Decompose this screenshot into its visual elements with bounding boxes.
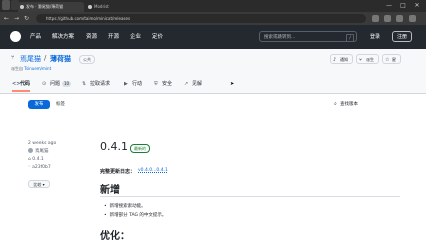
search-placeholder: 搜索或跳转到... xyxy=(264,35,296,40)
nav-open-source[interactable]: 开源 xyxy=(108,32,119,42)
fork-label: 派生 xyxy=(366,57,374,62)
notifications-button[interactable]: ♪ 通知 xyxy=(330,54,353,64)
browser-window: 发布 · 灏尾猫/薄荷猫 Modrist — □ ✕ ← → ↻ https:/… xyxy=(0,0,426,242)
github-favicon-icon xyxy=(20,5,24,9)
shield-icon: ⛨ xyxy=(154,81,158,87)
nav-solutions[interactable]: 解决方案 xyxy=(52,32,74,42)
compare-link[interactable]: v0.4.0...0.4.1 xyxy=(138,168,168,173)
release-time: 2 weeks ago xyxy=(28,141,57,146)
notify-label: 通知 xyxy=(340,57,348,62)
heading-divider xyxy=(100,196,400,197)
releases-subtab[interactable]: 发布 xyxy=(28,100,50,109)
tab-security[interactable]: ⛨ 安全 xyxy=(154,78,172,90)
site-favicon-icon xyxy=(88,5,92,9)
tag-name: 0.4.1 xyxy=(32,157,44,162)
nav-products[interactable]: 产品 xyxy=(30,32,41,42)
tab-label: 行动 xyxy=(132,81,143,87)
address-bar: ← → ↻ https://github.com/taimo/minicat/r… xyxy=(0,12,426,25)
fork-source-link[interactable]: Tsinuem/mint xyxy=(24,66,51,71)
repo-name-link[interactable]: 薄荷猫 xyxy=(50,54,71,64)
repo-icon: ⑂ xyxy=(11,54,15,61)
release-sidebar: 2 weeks ago 焉尾猫 ⌂ 0.4.1 ◦ a23f0b7 xyxy=(28,140,88,172)
github-header: 产品 解决方案 资源 开源 企业 定价 搜索或跳转到... / 登录 注册 xyxy=(0,25,426,49)
release-tag[interactable]: ⌂ 0.4.1 xyxy=(28,156,88,164)
fork-icon: ⑂ xyxy=(359,57,363,63)
tab-label: 代码 xyxy=(20,81,31,87)
repo-owner-link[interactable]: 焉尾猫 xyxy=(20,54,41,64)
fork-button[interactable]: ⑂ 派生 xyxy=(356,54,379,64)
heading-new: 新增 xyxy=(100,185,120,196)
tab-title-2: Modrist xyxy=(94,4,109,9)
tab-modrist[interactable]: Modrist xyxy=(86,2,136,12)
extensions-icon[interactable] xyxy=(372,15,379,22)
full-changelog-label: 完整更新日志： xyxy=(100,169,136,175)
tab-label: 拉取请求 xyxy=(90,81,111,87)
compare-label: 比较 xyxy=(33,182,42,187)
list-item: 新增部分 TAG 的中文提示。 xyxy=(104,212,167,218)
tab-label: 安全 xyxy=(162,81,173,87)
sign-in-link[interactable]: 登录 xyxy=(370,32,380,42)
refresh-icon[interactable]: ↻ xyxy=(22,14,31,23)
slash-shortcut-icon: / xyxy=(346,34,354,42)
play-icon: ▶ xyxy=(124,81,128,87)
issues-count-badge: 10 xyxy=(62,81,72,87)
tab-code[interactable]: <> 代码 xyxy=(12,78,31,92)
browser-menu-icon[interactable] xyxy=(409,15,416,22)
search-icon: ⌕ xyxy=(334,101,337,107)
code-icon: <> xyxy=(12,81,21,87)
tab-strip: 发布 · 灏尾猫/薄荷猫 Modrist — □ ✕ xyxy=(0,0,426,12)
mouse-cursor-icon: ➤ xyxy=(230,81,235,87)
compare-button[interactable]: 比较 ▾ xyxy=(28,180,50,188)
star-button[interactable]: ☆ 星 xyxy=(382,54,401,64)
star-label: 星 xyxy=(392,57,396,62)
tab-title: 发布 · 灏尾猫/薄荷猫 xyxy=(26,4,64,9)
find-release-placeholder: 查找版本 xyxy=(340,102,358,107)
maximize-icon[interactable]: □ xyxy=(397,0,409,12)
nav-pricing[interactable]: 定价 xyxy=(152,32,163,42)
repo-separator: / xyxy=(44,54,47,62)
avatar xyxy=(28,148,33,153)
fork-prefix: 派生自 xyxy=(11,66,23,71)
tags-subtab[interactable]: 标签 xyxy=(52,100,69,109)
collections-icon[interactable] xyxy=(396,15,403,22)
tab-issues[interactable]: ⊙ 问题 10 xyxy=(42,78,72,90)
pull-request-icon: ⇅ xyxy=(82,81,87,87)
tab-label: 问题 xyxy=(50,81,61,87)
favorites-icon[interactable] xyxy=(384,15,391,22)
latest-badge: 最新的 xyxy=(130,144,150,153)
find-release-input[interactable]: ⌕ 查找版本 xyxy=(334,100,358,109)
graph-icon: ↗ xyxy=(184,81,189,87)
nav-enterprise[interactable]: 企业 xyxy=(130,32,141,42)
profile-icon[interactable] xyxy=(2,0,10,10)
tab-label: 见解 xyxy=(192,81,203,87)
release-commit[interactable]: ◦ a23f0b7 xyxy=(28,164,88,172)
nav-resources[interactable]: 资源 xyxy=(86,32,97,42)
url-field[interactable]: https://github.com/taimo/minicat/release… xyxy=(36,14,366,23)
back-icon[interactable]: ← xyxy=(2,14,11,23)
minimize-icon[interactable]: — xyxy=(383,0,395,12)
search-input[interactable]: 搜索或跳转到... / xyxy=(259,31,357,42)
github-logo-icon[interactable] xyxy=(10,31,21,42)
commit-hash: a23f0b7 xyxy=(32,165,51,170)
tab-actions[interactable]: ▶ 行动 xyxy=(124,78,142,90)
author-name: 焉尾猫 xyxy=(35,149,49,154)
repo-tabs: <> 代码 ⊙ 问题 10 ⇅ 拉取请求 ▶ 行动 ⛨ 安全 ↗ 见解 xyxy=(0,75,426,93)
tab-github-releases[interactable]: 发布 · 灏尾猫/薄荷猫 xyxy=(18,2,84,12)
tab-pull-requests[interactable]: ⇅ 拉取请求 xyxy=(82,78,110,90)
release-author[interactable]: 焉尾猫 xyxy=(28,148,88,156)
bell-icon: ♪ xyxy=(333,57,337,63)
fork-source: 派生自 Tsinuem/mint xyxy=(11,66,51,72)
release-version-title[interactable]: 0.4.1 xyxy=(100,140,128,153)
visibility-badge: 公共 xyxy=(79,55,95,64)
issue-icon: ⊙ xyxy=(42,81,47,87)
forward-icon[interactable]: → xyxy=(12,14,21,23)
list-item: 新增搜索索动能。 xyxy=(104,203,146,209)
close-icon[interactable]: ✕ xyxy=(411,0,423,12)
tab-insights[interactable]: ↗ 见解 xyxy=(184,78,202,90)
sign-up-button[interactable]: 注册 xyxy=(392,31,412,42)
star-icon: ☆ xyxy=(385,57,390,63)
